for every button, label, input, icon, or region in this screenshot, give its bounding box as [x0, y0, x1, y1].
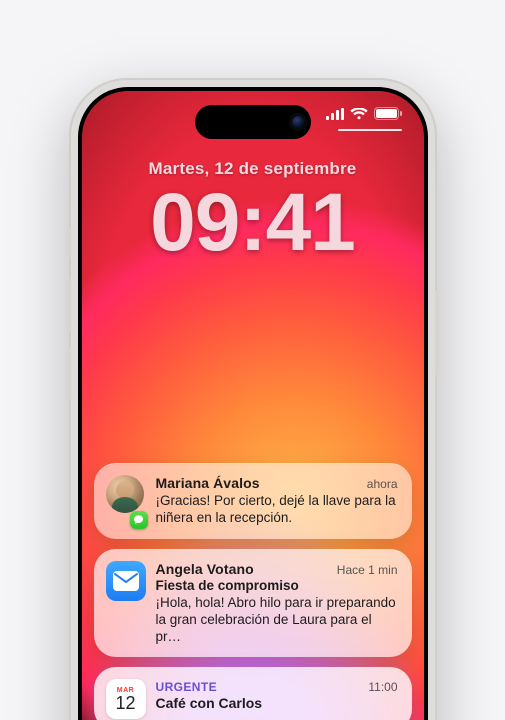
- notification-subject: Fiesta de compromiso: [156, 578, 398, 593]
- wifi-icon: [350, 108, 368, 120]
- notification-messages[interactable]: Mariana Ávalos ahora ¡Gracias! Por ciert…: [94, 463, 412, 539]
- phone-frame: Martes, 12 de septiembre 09:41: [69, 78, 437, 720]
- mail-app-icon: [106, 561, 146, 601]
- notification-calendar[interactable]: MAR 12 URGENTE 11:00 Café con Carlos: [94, 667, 412, 720]
- notification-time: Hace 1 min: [337, 563, 398, 577]
- status-bar: [326, 107, 402, 120]
- battery-icon: [374, 107, 402, 120]
- notification-message: ¡Hola, hola! Abro hilo para ir preparand…: [156, 594, 398, 646]
- lockscreen-date: Martes, 12 de septiembre: [82, 159, 424, 179]
- notification-flag: URGENTE: [156, 680, 217, 694]
- notification-message: ¡Gracias! Por cierto, dejé la llave para…: [156, 492, 398, 527]
- messages-app-icon: [130, 511, 148, 529]
- volume-down-button[interactable]: [67, 346, 71, 400]
- lock-screen[interactable]: Martes, 12 de septiembre 09:41: [82, 91, 424, 720]
- front-camera-icon: [292, 116, 304, 128]
- notification-sender: Mariana Ávalos: [156, 475, 260, 491]
- calendar-app-icon: MAR 12: [106, 679, 146, 719]
- side-button[interactable]: [435, 290, 439, 376]
- volume-up-button[interactable]: [67, 278, 71, 332]
- avatar: [106, 475, 144, 513]
- notification-time: 11:00: [368, 680, 397, 694]
- notification-mail[interactable]: Angela Votano Hace 1 min Fiesta de compr…: [94, 549, 412, 658]
- dynamic-island[interactable]: [195, 105, 311, 139]
- notification-subject: Café con Carlos: [156, 695, 398, 711]
- notification-sender: Angela Votano: [156, 561, 254, 577]
- lockscreen-time: 09:41: [82, 185, 424, 260]
- notification-list: Mariana Ávalos ahora ¡Gracias! Por ciert…: [94, 463, 412, 720]
- notification-time: ahora: [367, 477, 398, 491]
- ringer-switch[interactable]: [67, 228, 71, 258]
- cellular-icon: [326, 108, 344, 120]
